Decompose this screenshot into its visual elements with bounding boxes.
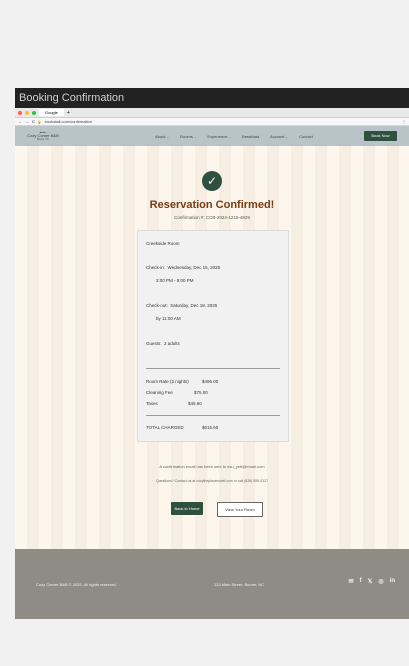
back-icon[interactable]: ← (18, 119, 22, 124)
taxes-value: $45.60 (188, 401, 202, 406)
nav-item-label: Rooms (180, 133, 193, 139)
checkin-time: 3:00 PM - 8:00 PM (156, 278, 194, 283)
checkout-date: Saturday, Dec 18, 2025 (170, 303, 218, 308)
nav-item-breakfast[interactable]: Breakfast (242, 134, 259, 139)
contact-message: Questions? Contact us at cozyfireplacemo… (155, 479, 269, 483)
address-bar: ← → C 🔒 bookstall.com/confirmation ⋮ (15, 118, 409, 126)
lock-icon: 🔒 (37, 119, 42, 124)
nav-item-label: About (155, 133, 166, 139)
checkout-label: Check-out: (146, 303, 168, 308)
more-icon[interactable]: ⋮ (402, 119, 406, 124)
minimize-window-icon[interactable] (25, 110, 29, 115)
url-input[interactable]: bookstall.com/confirmation (45, 119, 399, 124)
new-tab-icon[interactable]: + (67, 110, 70, 116)
browser-tab[interactable]: Google (39, 109, 64, 116)
room-rate-value: $495.00 (202, 379, 219, 384)
checkout-row: Check-out: Saturday, Dec 18, 2025 (146, 303, 217, 308)
nav-item-contact[interactable]: Contact (299, 134, 313, 139)
site-nav: Cozy Corner B&B Boone, NC About ⌄ Rooms … (15, 126, 409, 146)
page-title: Reservation Confirmed! (149, 199, 275, 211)
facebook-icon[interactable]: f (360, 578, 362, 585)
book-now-button[interactable]: Book Now (364, 131, 397, 141)
divider (146, 368, 280, 369)
close-window-icon[interactable] (18, 110, 22, 115)
nav-item-label: Experience (207, 133, 228, 139)
app-window: Booking Confirmation Google + ← → C 🔒 bo… (15, 88, 409, 619)
confirmation-number: Confirmation #: CCB-2024-1215-4829 (174, 215, 250, 220)
room-name: Creekside Room (146, 241, 180, 246)
chevron-down-icon: ⌄ (228, 134, 232, 139)
chevron-down-icon: ⌄ (166, 134, 170, 139)
linkedin-icon[interactable]: in (390, 578, 395, 585)
nav-item-rooms[interactable]: Rooms ⌄ (180, 134, 196, 139)
nav-item-about[interactable]: About ⌄ (155, 134, 169, 139)
logo-tagline: Boone, NC (36, 137, 50, 141)
room-rate-row: Room Rate (3 nights) $495.00 (146, 379, 218, 384)
guests-value: 2 adults (164, 341, 180, 346)
nav-item-account[interactable]: Account ⌄ (270, 134, 288, 139)
maximize-window-icon[interactable] (32, 110, 36, 115)
chevron-down-icon: ⌄ (193, 134, 197, 139)
cleaning-fee-value: $75.00 (194, 390, 208, 395)
back-to-home-button[interactable]: Back to Home (171, 502, 203, 515)
nav-item-label: Contact (299, 133, 313, 139)
total-value: $615.60 (202, 425, 219, 430)
cleaning-fee-label: Cleaning Fee (146, 390, 173, 395)
email-sent-message: A confirmation email has been sent to es… (159, 464, 265, 469)
divider (146, 415, 280, 416)
instagram-icon[interactable]: ◎ (378, 578, 383, 585)
checkout-time: by 11:00 AM (156, 316, 181, 321)
total-label: TOTAL CHARGED (146, 425, 184, 430)
room-rate-label: Room Rate (3 nights) (146, 379, 189, 384)
checkin-row: Check-in: Wednesday, Dec 15, 2025 (146, 265, 220, 270)
nav-item-experience[interactable]: Experience ⌄ (207, 134, 231, 139)
checkin-date: Wednesday, Dec 15, 2025 (167, 265, 221, 270)
social-links: ✉ f 𝕏 ◎ in (349, 578, 395, 585)
check-circle-icon: ✓ (202, 171, 222, 191)
chevron-down-icon: ⌄ (285, 134, 289, 139)
footer-copyright: Cozy Corner B&B © 2025. All rights reser… (36, 582, 117, 587)
guests-row: Guests: 2 adults (146, 341, 180, 346)
footer-address: 123 Main Street, Boone, NC (214, 582, 265, 587)
email-icon[interactable]: ✉ (349, 578, 354, 585)
site-footer: Cozy Corner B&B © 2025. All rights reser… (15, 549, 409, 619)
guests-label: Guests: (146, 341, 162, 346)
booking-details-card: Creekside Room Check-in: Wednesday, Dec … (137, 230, 289, 442)
nav-item-label: Account (269, 133, 285, 139)
forward-icon[interactable]: → (25, 119, 29, 124)
taxes-label: Taxes (146, 401, 158, 406)
view-room-button[interactable]: View Your Room (217, 502, 263, 517)
browser-tabstrip: Google + (15, 108, 409, 118)
cleaning-fee-row: Cleaning Fee $75.00 (146, 390, 208, 395)
twitter-icon[interactable]: 𝕏 (368, 578, 373, 585)
site-logo[interactable]: Cozy Corner B&B Boone, NC (23, 131, 63, 141)
window-title: Booking Confirmation (15, 88, 409, 108)
reload-icon[interactable]: C (32, 119, 35, 124)
nav-links: About ⌄ Rooms ⌄ Experience ⌄ Breakfast A… (155, 126, 313, 146)
checkin-label: Check-in: (146, 265, 166, 270)
nav-item-label: Breakfast (242, 133, 259, 139)
total-row: TOTAL CHARGED $615.60 (146, 425, 218, 430)
taxes-row: Taxes $45.60 (146, 401, 202, 406)
